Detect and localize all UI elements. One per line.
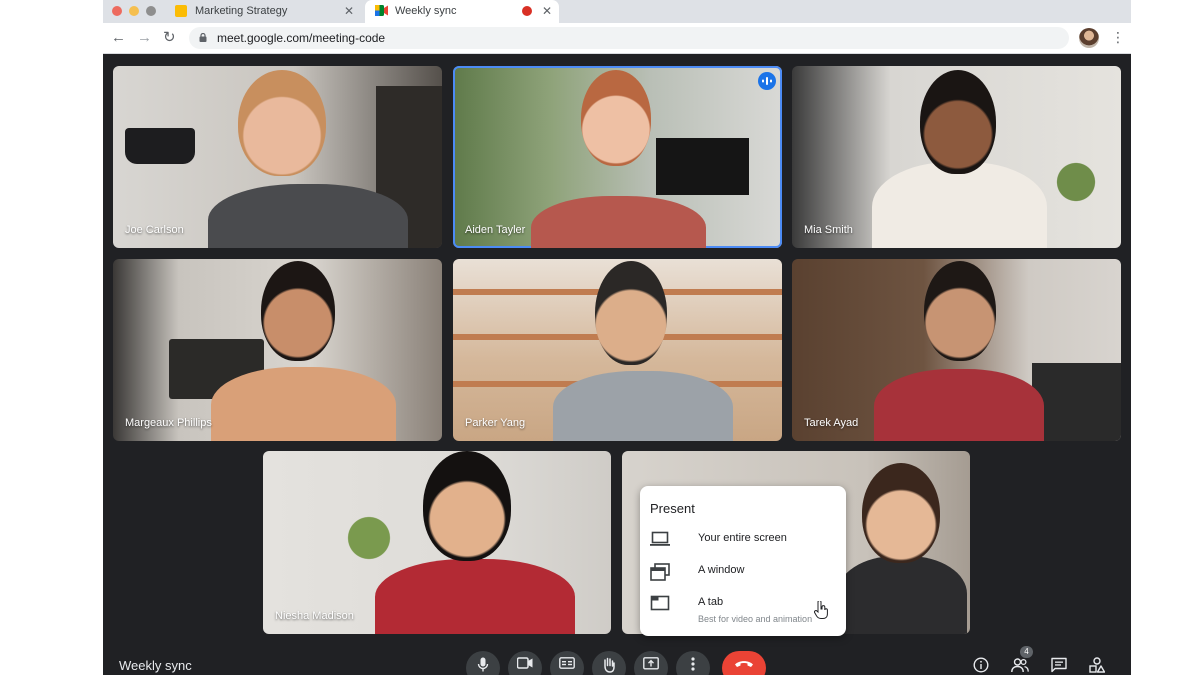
participant-body <box>872 162 1047 248</box>
forward-arrow-icon[interactable]: → <box>137 29 152 47</box>
hand-cursor-icon <box>814 601 828 619</box>
participant-body <box>531 196 706 248</box>
participant-name: Parker Yang <box>465 417 526 429</box>
menu-item-label: A window <box>698 564 745 576</box>
participant-body <box>874 369 1044 441</box>
present-now-button[interactable] <box>634 651 668 675</box>
tab-title: Marketing Strategy <box>195 5 288 17</box>
participant-name: Niesha Madison <box>275 610 354 622</box>
present-entire-screen-option[interactable]: Your entire screen <box>640 524 846 554</box>
present-menu-title: Present <box>650 501 695 516</box>
profile-avatar[interactable] <box>1079 28 1099 48</box>
microphone-button[interactable] <box>466 651 500 675</box>
tab-strip: Marketing Strategy ✕ Weekly sync ✕ <box>103 0 1131 23</box>
close-tab-icon[interactable]: ✕ <box>344 4 354 18</box>
plant <box>1054 156 1098 208</box>
laptop-icon <box>650 531 670 546</box>
chat-icon[interactable] <box>1051 657 1067 673</box>
participant-body <box>211 367 396 441</box>
people-count-badge: 4 <box>1020 646 1033 658</box>
present-window-option[interactable]: A window <box>640 556 846 586</box>
activities-icon[interactable] <box>1089 657 1105 673</box>
participant-name: Aiden Tayler <box>465 224 526 236</box>
participant-tile-margeaux-phillips[interactable]: Margeaux Phillips <box>113 259 442 441</box>
participant-name: Margeaux Phillips <box>125 417 212 429</box>
menu-item-label: A tab <box>698 596 724 608</box>
browser-window: Marketing Strategy ✕ Weekly sync ✕ ← → ↻ <box>103 0 1131 675</box>
floor-lamp <box>125 128 195 164</box>
chair <box>1032 363 1121 441</box>
leave-call-button[interactable] <box>722 651 766 675</box>
monitor <box>656 138 749 195</box>
close-window-button[interactable] <box>112 6 122 16</box>
participant-head <box>261 261 335 361</box>
participant-tile-mia-smith[interactable]: Mia Smith <box>792 66 1121 248</box>
present-screen-icon <box>643 657 659 670</box>
participant-tile-joe-carlson[interactable]: Joe Carlson <box>113 66 442 248</box>
hand-icon <box>604 657 615 673</box>
participant-head <box>924 261 996 361</box>
participant-name: Tarek Ayad <box>804 417 859 429</box>
captions-icon <box>559 657 575 669</box>
participant-head <box>862 463 940 563</box>
participant-body <box>553 371 733 441</box>
tab-title: Weekly sync <box>395 5 457 17</box>
phone-hangup-icon <box>735 661 753 667</box>
participant-head <box>920 70 996 174</box>
browser-toolbar: ← → ↻ meet.google.com/meeting-code ☆ ⋮ <box>103 23 1131 54</box>
tab-weekly-sync[interactable]: Weekly sync ✕ <box>365 0 559 23</box>
raise-hand-button[interactable] <box>592 651 626 675</box>
more-vert-icon <box>691 657 695 671</box>
people-icon[interactable] <box>1011 657 1029 673</box>
participant-name: Mia Smith <box>804 224 853 236</box>
participant-body <box>208 184 408 248</box>
lock-icon <box>199 33 207 42</box>
recording-indicator <box>522 6 532 16</box>
url-text: meet.google.com/meeting-code <box>217 31 386 45</box>
address-bar[interactable]: meet.google.com/meeting-code ☆ <box>189 27 1069 49</box>
participant-tile-aiden-tayler[interactable]: Aiden Tayler <box>453 66 782 248</box>
participant-tile-niesha-madison[interactable]: Niesha Madison <box>263 451 611 634</box>
meet-icon <box>375 5 388 17</box>
slides-icon <box>175 5 187 17</box>
tab-icon <box>650 595 670 611</box>
microphone-icon <box>477 657 489 672</box>
reload-icon[interactable]: ↻ <box>163 29 176 47</box>
plant <box>341 513 397 563</box>
browser-menu-icon[interactable]: ⋮ <box>1111 29 1125 46</box>
tab-marketing-strategy[interactable]: Marketing Strategy ✕ <box>165 0 361 23</box>
camera-button[interactable] <box>508 651 542 675</box>
participant-head <box>595 261 667 365</box>
meeting-details-icon[interactable] <box>973 657 989 673</box>
menu-item-subtext: Best for video and animation <box>698 614 813 624</box>
participant-head <box>238 70 326 176</box>
participant-body <box>837 556 967 634</box>
back-arrow-icon[interactable]: ← <box>111 29 126 47</box>
participant-head <box>423 451 511 561</box>
participant-body <box>375 559 575 634</box>
participant-tile-tarek-ayad[interactable]: Tarek Ayad <box>792 259 1121 441</box>
menu-item-label: Your entire screen <box>698 532 787 544</box>
maximize-window-button[interactable] <box>146 6 156 16</box>
window-icon <box>650 563 670 581</box>
captions-button[interactable] <box>550 651 584 675</box>
participant-head <box>581 70 651 166</box>
participant-name: Joe Carlson <box>125 224 184 236</box>
minimize-window-button[interactable] <box>129 6 139 16</box>
video-camera-icon <box>517 657 533 669</box>
close-tab-icon[interactable]: ✕ <box>542 4 552 18</box>
participant-tile-parker-yang[interactable]: Parker Yang <box>453 259 782 441</box>
more-options-button[interactable] <box>676 651 710 675</box>
speaking-indicator-icon <box>758 72 776 90</box>
meeting-title: Weekly sync <box>119 658 192 673</box>
